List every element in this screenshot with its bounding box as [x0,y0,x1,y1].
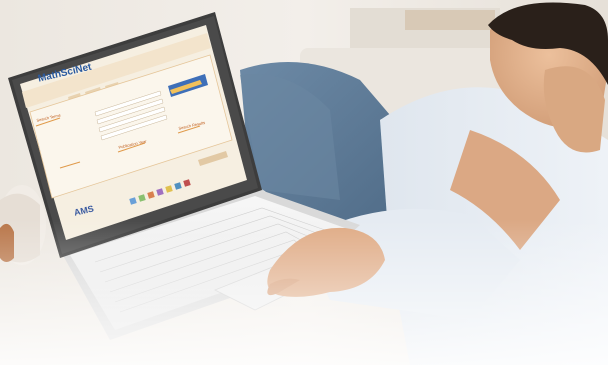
bottom-fade [0,0,608,365]
photo-scene [0,0,608,365]
